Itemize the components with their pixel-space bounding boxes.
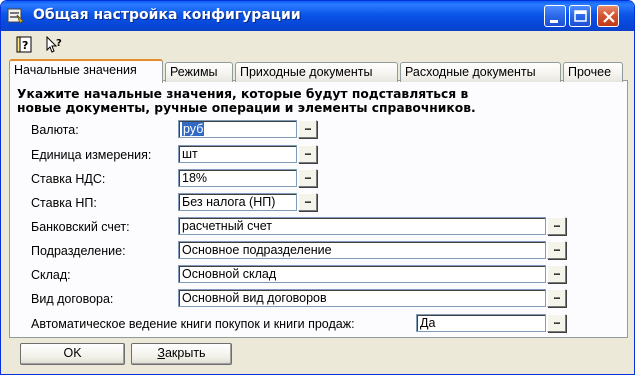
ok-button[interactable]: OK (20, 343, 125, 365)
close-button-label: акрыть (164, 346, 206, 360)
tab-outgoing-documents[interactable]: Расходные документы (400, 62, 561, 82)
vat-field[interactable]: 18% (178, 169, 297, 187)
sales-tax-field[interactable]: Без налога (НП) (178, 193, 297, 211)
unit-label: Единица измерения: (31, 148, 152, 162)
unit-select-button[interactable]: ... (298, 145, 317, 163)
currency-select-button[interactable]: ... (298, 120, 317, 138)
title-bar[interactable]: Общая настройка конфигурации (1, 1, 634, 31)
tab-initial-values[interactable]: Начальные значения (9, 59, 163, 83)
close-button[interactable]: Закрыть (131, 343, 232, 365)
currency-value: руб (182, 122, 205, 136)
auto-books-label: Автоматическое ведение книги покупок и к… (31, 317, 355, 331)
tab-incoming-documents[interactable]: Приходные документы (235, 62, 398, 82)
contract-type-field[interactable]: Основной вид договоров (178, 289, 546, 307)
help-book-icon[interactable]: ? (16, 36, 34, 54)
sales-tax-select-button[interactable]: ... (298, 193, 317, 211)
whats-this-pointer-icon[interactable]: ? (45, 35, 63, 54)
bank-account-label: Банковский счет: (31, 220, 130, 234)
svg-text:?: ? (22, 39, 28, 52)
minimize-icon (550, 20, 558, 23)
auto-books-select-button[interactable]: ... (547, 314, 566, 332)
bank-account-select-button[interactable]: ... (547, 217, 566, 235)
department-field[interactable]: Основное подразделение (178, 241, 546, 259)
bank-account-field[interactable]: расчетный счет (178, 217, 546, 235)
contract-type-select-button[interactable]: ... (547, 289, 566, 307)
unit-field[interactable]: шт (178, 145, 297, 163)
instruction-text: Укажите начальные значения, которые буду… (17, 87, 577, 115)
svg-text:?: ? (56, 38, 62, 49)
warehouse-label: Склад: (31, 268, 71, 282)
maximize-icon (574, 10, 587, 22)
vat-select-button[interactable]: ... (298, 169, 317, 187)
tab-modes[interactable]: Режимы (165, 62, 233, 82)
auto-books-field[interactable]: Да (416, 314, 546, 332)
warehouse-select-button[interactable]: ... (547, 265, 566, 283)
vat-label: Ставка НДС: (31, 172, 106, 186)
instruction-line-1: Укажите начальные значения, которые буду… (17, 87, 469, 101)
close-icon (603, 11, 615, 23)
minimize-button[interactable] (544, 5, 566, 27)
warehouse-field[interactable]: Основной склад (178, 265, 546, 283)
close-window-button[interactable] (597, 5, 619, 27)
app-icon (7, 7, 25, 25)
instruction-line-2: новые документы, ручные операции и элеме… (17, 101, 476, 115)
currency-field[interactable]: руб (178, 120, 297, 138)
settings-dialog: Общая настройка конфигурации ? ? Начальн… (0, 0, 635, 375)
close-button-mnemonic: З (157, 346, 165, 360)
department-label: Подразделение: (31, 244, 126, 258)
currency-label: Валюта: (31, 123, 79, 137)
window-title: Общая настройка конфигурации (33, 7, 301, 23)
department-select-button[interactable]: ... (547, 241, 566, 259)
contract-type-label: Вид договора: (31, 292, 114, 306)
sales-tax-label: Ставка НП: (31, 196, 97, 210)
tab-other[interactable]: Прочее (563, 62, 623, 82)
maximize-button[interactable] (569, 5, 591, 27)
